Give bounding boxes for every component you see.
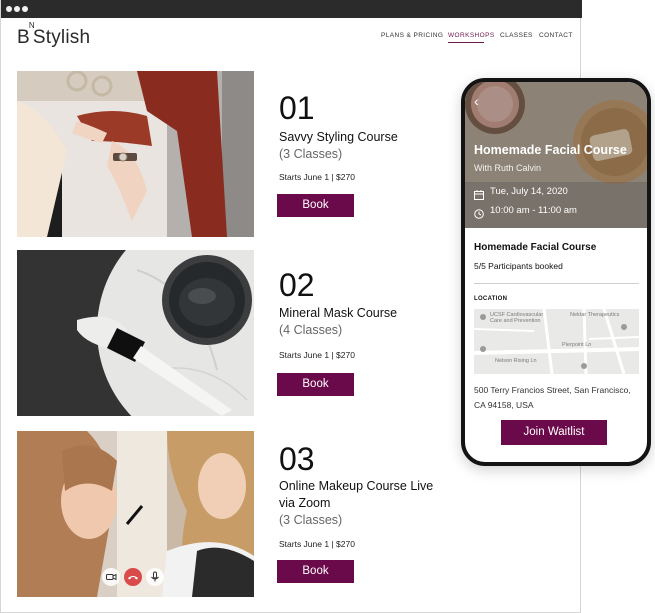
book-button[interactable]: Book <box>277 560 354 583</box>
address-line: CA 94158, USA <box>474 400 534 410</box>
course-number: 03 <box>279 441 315 477</box>
site-logo[interactable]: BNStylish <box>17 21 91 49</box>
course-number: 02 <box>279 267 315 303</box>
nav-contact[interactable]: CONTACT <box>539 32 573 39</box>
course-image-styling[interactable] <box>17 71 254 237</box>
phone-hero-image: ‹ Homemade Facial Course With Ruth Calvi… <box>465 82 647 228</box>
video-camera-icon[interactable] <box>102 568 120 586</box>
hero-instructor: With Ruth Calvin <box>474 163 542 173</box>
end-call-icon[interactable] <box>124 568 142 586</box>
course-title: Savvy Styling Course <box>279 130 398 144</box>
microphone-icon[interactable] <box>146 568 164 586</box>
nav-classes[interactable]: CLASSES <box>500 32 533 39</box>
calendar-icon <box>474 187 484 200</box>
window-dot-icon <box>22 6 28 12</box>
phone-mockup: ‹ Homemade Facial Course With Ruth Calvi… <box>461 78 651 466</box>
nav-active-underline <box>448 42 484 43</box>
back-chevron-icon[interactable]: ‹ <box>474 94 484 108</box>
join-waitlist-button[interactable]: Join Waitlist <box>501 420 607 445</box>
window-dot-icon <box>14 6 20 12</box>
location-map[interactable]: UCSF Cardiovascular Care and Prevention … <box>474 309 639 374</box>
event-time: 10:00 am - 11:00 am <box>490 205 577 216</box>
course-meta: Starts June 1 | $270 <box>279 539 355 549</box>
map-label: UCSF Cardiovascular Care and Prevention <box>490 312 544 324</box>
course-classes: (3 Classes) <box>279 147 343 161</box>
course-title: Mineral Mask Course <box>279 306 398 320</box>
nav-plans-pricing[interactable]: PLANS & PRICING <box>381 32 443 39</box>
hero-title: Homemade Facial Course <box>474 143 627 157</box>
course-number: 01 <box>279 90 315 126</box>
map-label: Nektar Therapeutics <box>570 312 620 318</box>
clock-icon <box>474 206 484 219</box>
address-line: 500 Terry Francios Street, San Francisco… <box>474 385 631 395</box>
location-label: LOCATION <box>474 296 508 302</box>
book-button[interactable]: Book <box>277 194 354 217</box>
map-label: Pierpoint Ln <box>562 342 592 348</box>
nav-workshops[interactable]: WORKSHOPS <box>448 32 495 39</box>
course-meta: Starts June 1 | $270 <box>279 350 355 360</box>
logo-sup: N <box>28 20 35 30</box>
book-button[interactable]: Book <box>277 373 354 396</box>
logo-prefix: B <box>17 27 30 48</box>
course-meta: Starts June 1 | $270 <box>279 172 355 182</box>
course-image-mask[interactable] <box>17 250 254 416</box>
logo-main: Stylish <box>32 27 91 48</box>
course-title: Online Makeup Course Live via Zoom <box>279 479 434 510</box>
event-title: Homemade Facial Course <box>474 242 597 253</box>
course-classes: (4 Classes) <box>279 323 343 337</box>
course-classes: (3 Classes) <box>279 513 343 527</box>
event-address: 500 Terry Francios Street, San Francisco… <box>474 383 642 413</box>
course-image-makeup[interactable] <box>17 431 254 597</box>
window-dot-icon <box>6 6 12 12</box>
event-date: Tue, July 14, 2020 <box>490 186 568 197</box>
browser-title-bar <box>1 0 582 18</box>
map-label: Nelson Rising Ln <box>495 358 537 364</box>
participants-booked: 5/5 Participants booked <box>474 261 563 271</box>
divider <box>474 283 639 284</box>
